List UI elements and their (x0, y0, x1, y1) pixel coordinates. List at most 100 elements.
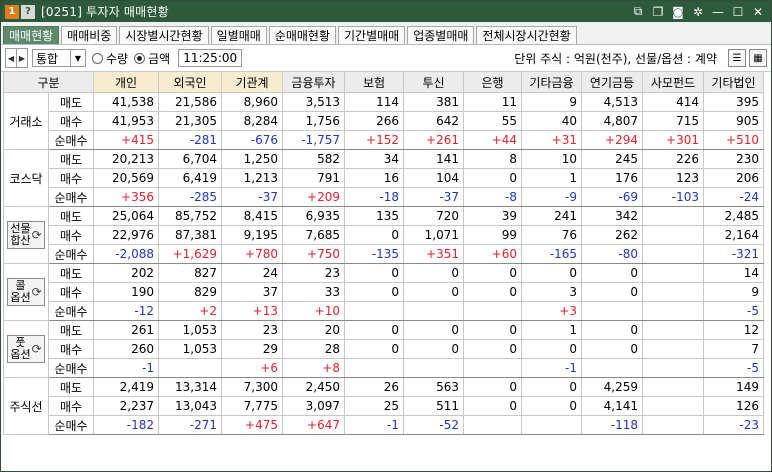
value-cell: 0 (344, 263, 404, 283)
close-icon[interactable]: ✕ (751, 5, 765, 19)
value-cell: 25 (344, 396, 404, 416)
value-cell: 0 (581, 320, 643, 340)
market-toggle-button[interactable]: 풋 옵션 ⟳ (7, 335, 45, 363)
value-cell (642, 206, 704, 226)
tab-2[interactable]: 시장별시간현황 (119, 26, 209, 44)
table-row: 매수 260 1,053 29 28 0 0 0 0 0 7 (4, 339, 764, 359)
value-cell (642, 320, 704, 340)
category-header: 구분 (3, 71, 94, 93)
tab-1[interactable]: 매매비중 (61, 26, 118, 44)
minimize-icon[interactable]: — (711, 5, 725, 19)
help-icon[interactable]: ? (21, 4, 35, 19)
tab-6[interactable]: 업종별매매 (407, 26, 475, 44)
value-cell: 104 (403, 168, 464, 188)
copy-icon[interactable]: ❐ (651, 5, 665, 19)
radio-quantity-dot (92, 52, 103, 64)
value-cell: 0 (403, 339, 464, 359)
value-cell: -118 (581, 415, 643, 435)
row-label: 매도 (48, 320, 94, 340)
value-cell: 715 (642, 111, 704, 131)
value-cell: 12 (703, 320, 764, 340)
value-cell: 9 (521, 92, 582, 112)
value-cell: 25,064 (93, 206, 159, 226)
time-field[interactable]: 11:25:00 (178, 49, 243, 67)
table-row: 매수 20,569 6,419 1,213 791 16 104 0 1 176 123 206 (4, 168, 764, 188)
value-cell: 8,960 (221, 92, 283, 112)
market-label-cell: 선물 합산 ⟳ (3, 206, 49, 264)
value-cell: 99 (463, 225, 522, 245)
column-header[interactable]: 기타금융 (521, 71, 582, 93)
value-cell: 0 (521, 377, 582, 397)
value-cell: 149 (703, 377, 764, 397)
value-cell: 266 (344, 111, 404, 131)
value-cell: 176 (581, 168, 643, 188)
column-header[interactable]: 보험 (344, 71, 404, 93)
tab-0[interactable]: 매매현황 (3, 26, 60, 44)
value-cell (521, 415, 582, 435)
column-header[interactable]: 외국인 (158, 71, 222, 93)
row-label: 매수 (48, 111, 94, 131)
column-header[interactable]: 금융투자 (282, 71, 345, 93)
market-label-cell: 코스닥 (3, 149, 49, 207)
unit-label: 단위 주식 : 억원(천주), 선물/옵션 : 계약 (514, 51, 717, 66)
value-cell: 22,976 (93, 225, 159, 245)
market-label-cell: 풋 옵션 ⟳ (3, 320, 49, 378)
grid-view-icon[interactable]: ▦ (749, 49, 767, 67)
screen-number-icon[interactable]: 1 (5, 4, 19, 19)
value-cell: 1,053 (158, 320, 222, 340)
row-label: 매도 (48, 377, 94, 397)
market-toggle-button[interactable]: 콜 옵션 ⟳ (7, 278, 45, 306)
row-label: 순매수 (48, 415, 94, 435)
value-cell (642, 358, 704, 378)
value-cell (581, 358, 643, 378)
value-cell (642, 339, 704, 359)
value-cell: 3,513 (282, 92, 345, 112)
arrow-left-icon[interactable]: ◀ (6, 49, 16, 67)
value-cell (642, 396, 704, 416)
column-header[interactable]: 기관계 (221, 71, 283, 93)
value-cell: 202 (93, 263, 159, 283)
column-header[interactable]: 투신 (403, 71, 464, 93)
maximize-icon[interactable]: ☐ (731, 5, 745, 19)
header-row: 구분 개인 외국인 기관계 금융투자 보험 투신 은행 기타금융 연기금등 사모펀드 기타법인 (3, 71, 764, 93)
value-cell: -1 (344, 415, 404, 435)
column-header[interactable]: 사모펀드 (642, 71, 704, 93)
value-cell: 1,756 (282, 111, 345, 131)
gear-icon[interactable]: ✲ (691, 5, 705, 19)
tab-7[interactable]: 전체시장시간현황 (476, 26, 577, 44)
tab-5[interactable]: 기간별매매 (338, 26, 406, 44)
table-row: 순매수 -182 -271 +475 +647 -1 -52 -118 -23 (4, 415, 764, 435)
market-toggle-button[interactable]: 선물 합산 ⟳ (7, 221, 45, 249)
radio-amount[interactable]: 금액 (134, 50, 170, 67)
value-cell: -24 (703, 187, 764, 207)
column-header[interactable]: 기타법인 (703, 71, 764, 93)
value-cell: 0 (581, 263, 643, 283)
value-cell (344, 358, 404, 378)
link-icon[interactable]: ⧉ (631, 4, 645, 19)
column-header[interactable]: 개인 (93, 71, 159, 93)
tab-3[interactable]: 일별매매 (210, 26, 267, 44)
value-cell: -2,088 (93, 244, 159, 264)
value-cell: +475 (221, 415, 283, 435)
table-row: 주식선 매도 2,419 13,314 7,300 2,450 26 563 0 0 4,259 14… (3, 377, 764, 435)
column-header[interactable]: 연기금등 (581, 71, 643, 93)
column-header[interactable]: 은행 (463, 71, 522, 93)
value-cell: 1,053 (158, 339, 222, 359)
value-cell (642, 301, 704, 321)
tab-4[interactable]: 순매매현황 (268, 26, 336, 44)
camera-icon[interactable]: ◙ (671, 5, 685, 19)
market-select[interactable]: 통합 ▼ (32, 49, 86, 67)
value-cell: 23 (282, 263, 345, 283)
value-cell: 6,419 (158, 168, 222, 188)
value-cell: -69 (581, 187, 643, 207)
arrow-right-icon[interactable]: ▶ (16, 49, 27, 67)
value-cell: 414 (642, 92, 704, 112)
radio-quantity[interactable]: 수량 (92, 50, 128, 67)
value-cell: 642 (403, 111, 464, 131)
value-cell: +209 (282, 187, 345, 207)
list-view-icon[interactable]: ☰ (728, 49, 746, 67)
table-row: 순매수 -2,088 +1,629 +780 +750 -135 +351 +60 -165 -8… (4, 244, 764, 264)
value-cell: 0 (403, 263, 464, 283)
table-row: 순매수 -12 +2 +13 +10 +3 -5 (4, 301, 764, 321)
chevron-down-icon: ▼ (70, 50, 85, 66)
